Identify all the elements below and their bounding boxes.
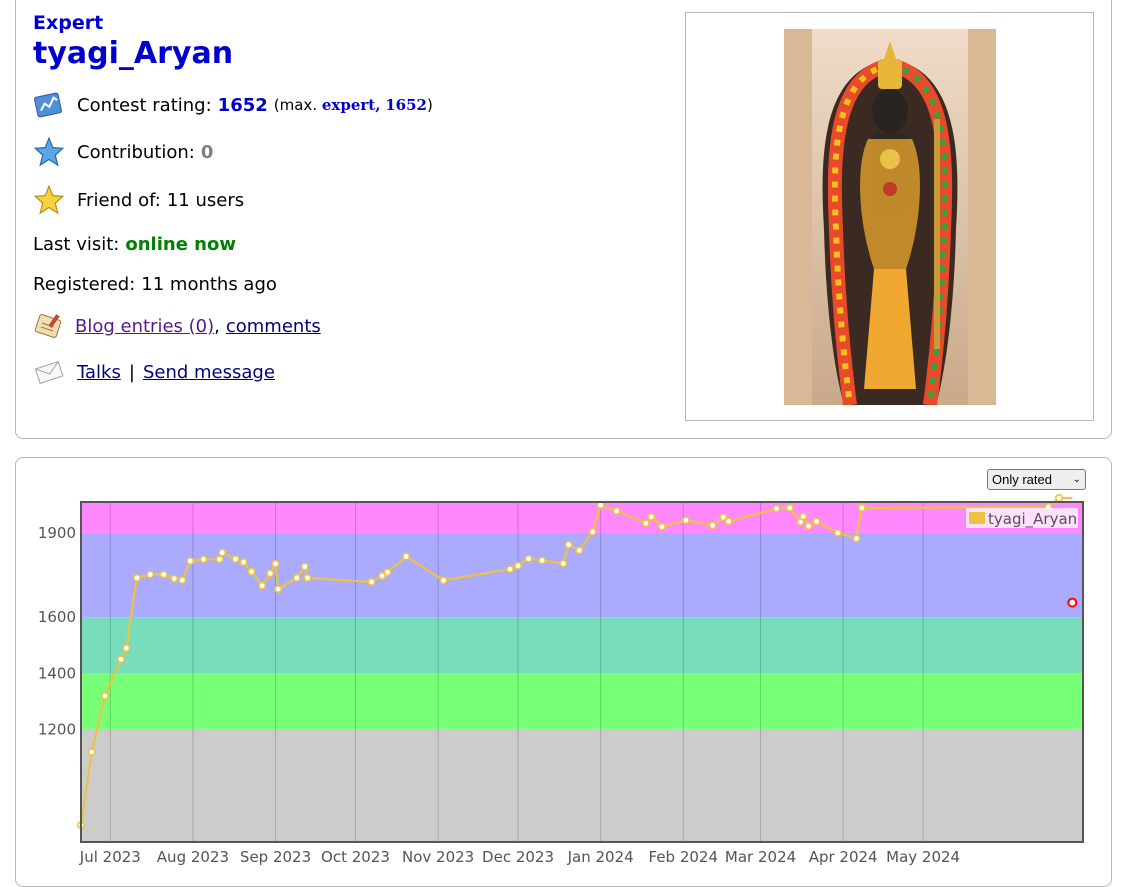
- series-point-0-46: [772, 504, 781, 513]
- series-point-0-53: [852, 534, 861, 543]
- series-point-0-52: [833, 528, 842, 537]
- series-point-0-2: [100, 691, 109, 700]
- series-point-0-7: [159, 570, 168, 579]
- x-tick-label-0: Jul 2023: [79, 848, 141, 866]
- series-point-0-50: [804, 522, 813, 531]
- series-point-0-38: [612, 506, 621, 515]
- series-point-0-4: [122, 644, 131, 653]
- x-tick-label-4: Nov 2023: [402, 848, 474, 866]
- y-tick-label-0: 1200: [38, 721, 76, 739]
- series-point-0-54: [857, 503, 866, 512]
- series-point-0-56: [1055, 493, 1064, 502]
- series-point-0-51: [812, 517, 821, 526]
- x-tick-label-10: May 2024: [886, 848, 960, 866]
- series-point-0-23: [303, 573, 312, 582]
- series-point-0-36: [588, 527, 597, 536]
- series-point-0-17: [258, 581, 267, 590]
- series-point-0-22: [300, 562, 309, 571]
- x-tick-label-6: Jan 2024: [567, 848, 634, 866]
- x-tick-label-9: Apr 2024: [809, 848, 878, 866]
- series-point-0-29: [506, 565, 515, 574]
- series-point-0-57: [1067, 597, 1078, 608]
- legend-swatch: [969, 512, 985, 524]
- series-point-0-13: [218, 548, 227, 557]
- series-point-0-24: [367, 578, 376, 587]
- series-point-0-26: [383, 568, 392, 577]
- series-point-0-21: [292, 573, 301, 582]
- series-point-0-11: [199, 555, 208, 564]
- series-point-0-43: [708, 521, 717, 530]
- y-tick-label-3: 1900: [38, 524, 76, 542]
- series-point-0-14: [231, 555, 240, 564]
- series-point-0-18: [266, 569, 275, 578]
- series-point-0-41: [657, 522, 666, 531]
- series-point-0-45: [724, 517, 733, 526]
- series-point-0-15: [239, 558, 248, 567]
- y-tick-label-1: 1400: [38, 664, 76, 682]
- x-tick-label-7: Feb 2024: [649, 848, 719, 866]
- series-point-0-9: [178, 576, 187, 585]
- x-tick-label-1: Aug 2023: [157, 848, 229, 866]
- series-point-0-1: [87, 748, 96, 757]
- series-point-0-12: [215, 555, 224, 564]
- series-point-0-33: [559, 559, 568, 568]
- series-point-0-39: [641, 519, 650, 528]
- series-point-0-3: [116, 655, 125, 664]
- series-point-0-30: [514, 561, 523, 570]
- series-point-0-16: [247, 567, 256, 576]
- series-point-0-31: [524, 554, 533, 563]
- rating-band-0: [81, 729, 1083, 842]
- series-point-0-35: [575, 546, 584, 555]
- x-tick-label-5: Dec 2023: [482, 848, 554, 866]
- series-point-0-6: [146, 570, 155, 579]
- series-point-0-42: [681, 516, 690, 525]
- rating-chart: Jul 2023 Aug 2023 Sep 2023 Oct 2023 Nov 2023…: [38, 493, 1084, 866]
- series-point-0-28: [439, 576, 448, 585]
- series-point-0-49: [799, 512, 808, 521]
- series-point-0-27: [402, 552, 411, 561]
- rating-band-1: [81, 673, 1083, 730]
- series-point-0-40: [647, 512, 656, 521]
- x-tick-label-8: Mar 2024: [725, 848, 796, 866]
- series-point-0-10: [186, 557, 195, 566]
- x-tick-label-2: Sep 2023: [240, 848, 311, 866]
- rating-band-2: [81, 617, 1083, 674]
- series-point-0-5: [132, 573, 141, 582]
- series-point-0-19: [271, 559, 280, 568]
- series-point-0-20: [274, 585, 283, 594]
- y-tick-label-2: 1600: [38, 608, 76, 626]
- series-point-0-47: [785, 503, 794, 512]
- series-point-0-8: [170, 574, 179, 583]
- series-point-0-34: [564, 540, 573, 549]
- x-tick-label-3: Oct 2023: [321, 848, 390, 866]
- series-point-0-32: [538, 556, 547, 565]
- legend-label: tyagi_Aryan: [988, 510, 1077, 529]
